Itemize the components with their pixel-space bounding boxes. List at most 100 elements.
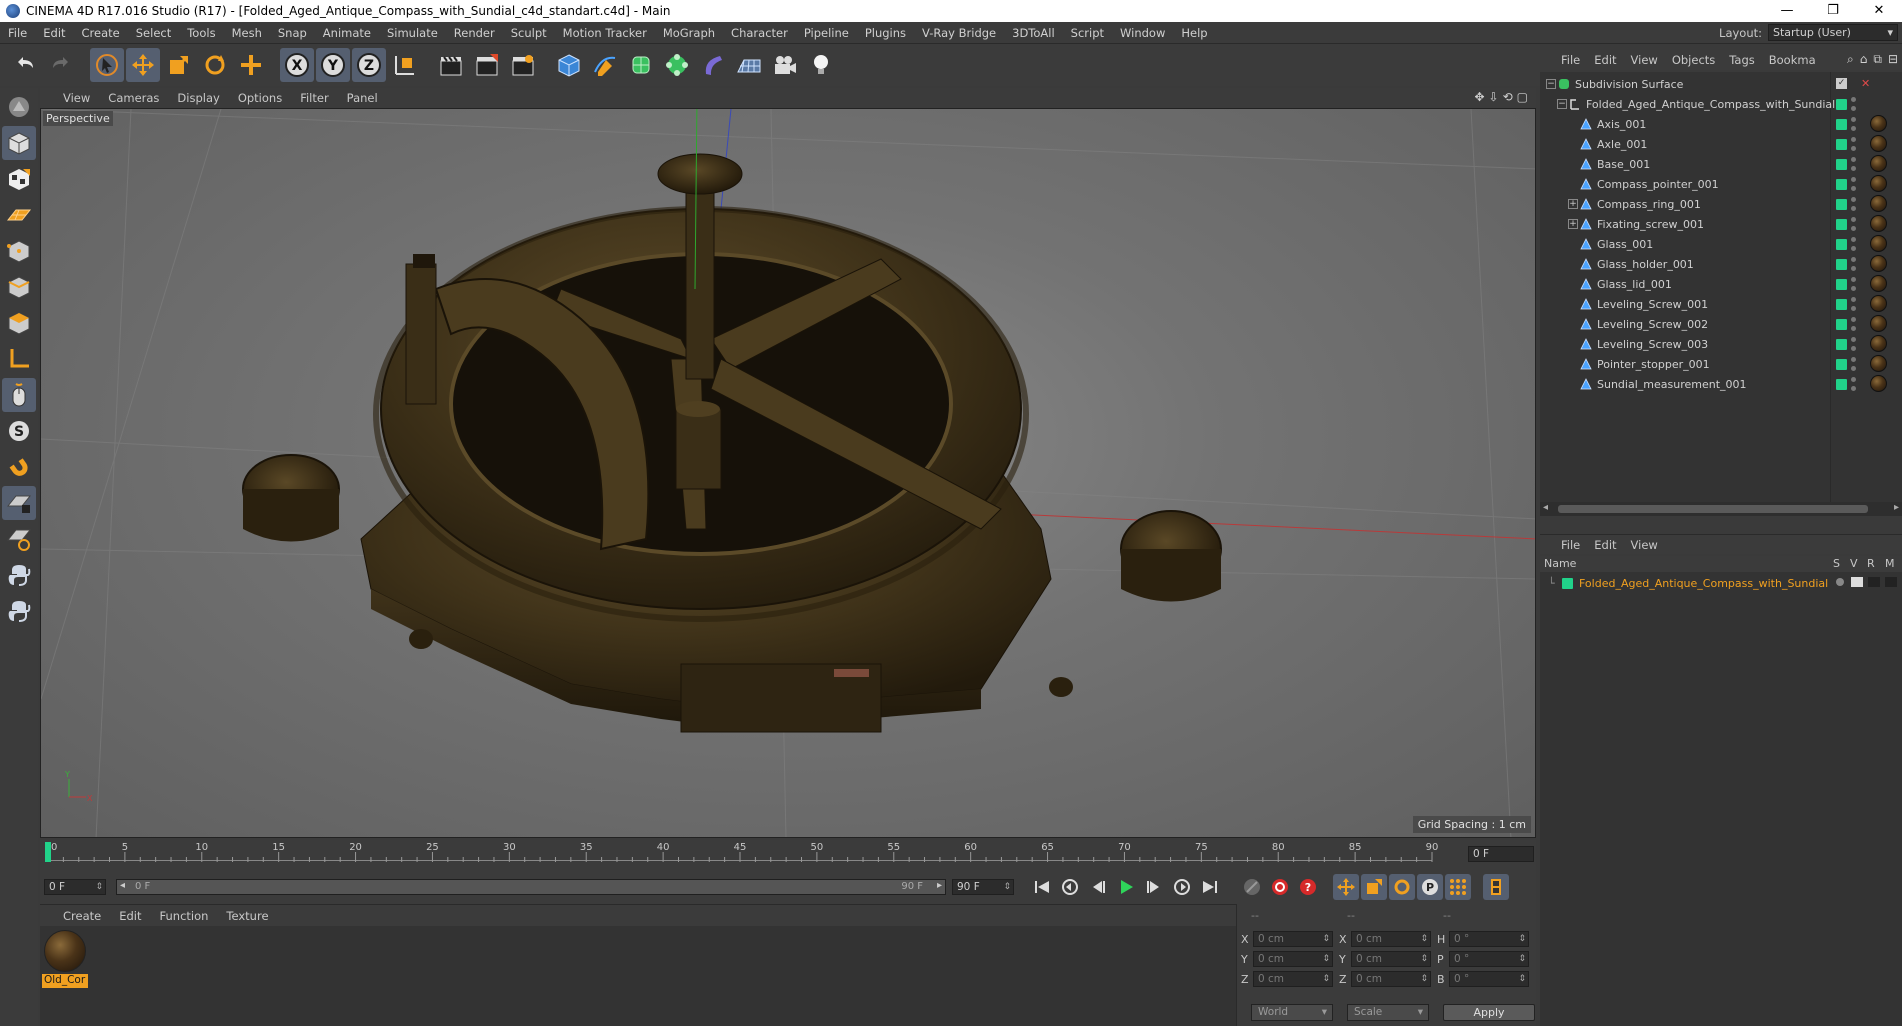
om-search-icon[interactable]: ⌕ (1847, 52, 1854, 67)
size-z-field[interactable]: 0 cm (1351, 971, 1431, 987)
visibility-dots[interactable] (1851, 317, 1857, 331)
object-row[interactable]: Axis_001 (1540, 114, 1902, 134)
layer-render-toggle[interactable] (1868, 577, 1880, 587)
y-axis-lock-button[interactable]: Y (316, 48, 350, 82)
make-editable-button[interactable] (2, 90, 36, 124)
material-menu-texture[interactable]: Texture (217, 909, 277, 923)
keyframe-selection-button[interactable]: ? (1295, 874, 1321, 900)
undo-button[interactable] (8, 48, 42, 82)
scale-tool-button[interactable] (162, 48, 196, 82)
material-tag-icon[interactable] (1870, 355, 1887, 372)
layer-row[interactable]: └ Folded_Aged_Antique_Compass_with_Sundi… (1540, 574, 1902, 592)
menu-vray-bridge[interactable]: V-Ray Bridge (914, 22, 1004, 44)
z-axis-lock-button[interactable]: Z (352, 48, 386, 82)
menu-motion-tracker[interactable]: Motion Tracker (555, 22, 655, 44)
layer-visible-toggle[interactable] (1851, 577, 1863, 587)
enable-axis-button[interactable] (2, 342, 36, 376)
menu-edit[interactable]: Edit (35, 22, 73, 44)
redo-button[interactable] (44, 48, 78, 82)
layer-color-flag[interactable] (1836, 158, 1847, 170)
snapping-button[interactable]: S (2, 414, 36, 448)
rotation-p-field[interactable]: 0 ° (1449, 951, 1529, 967)
object-row[interactable]: Compass_pointer_001 (1540, 174, 1902, 194)
zoom-view-icon[interactable]: ⇩ (1489, 90, 1499, 104)
toggle-view-icon[interactable]: ▢ (1517, 90, 1528, 104)
expand-toggle-icon[interactable]: − (1557, 99, 1567, 109)
render-picture-viewer-button[interactable] (470, 48, 504, 82)
layer-manager-toggle[interactable] (1885, 577, 1897, 587)
prev-frame-button[interactable] (1085, 874, 1111, 900)
menu-select[interactable]: Select (128, 22, 179, 44)
viewport-menu-panel[interactable]: Panel (338, 91, 387, 105)
texture-mode-button[interactable] (2, 162, 36, 196)
material-tag-icon[interactable] (1870, 215, 1887, 232)
key-rotation-button[interactable] (1389, 874, 1415, 900)
model-mode-button[interactable] (2, 126, 36, 160)
material-tag-icon[interactable] (1870, 175, 1887, 192)
menu-render[interactable]: Render (446, 22, 503, 44)
lm-menu-file[interactable]: File (1554, 538, 1587, 552)
material-tag-icon[interactable] (1870, 315, 1887, 332)
menu-file[interactable]: File (0, 22, 35, 44)
layer-color-flag[interactable] (1836, 338, 1847, 350)
position-z-field[interactable]: 0 cm (1253, 971, 1333, 987)
visibility-dots[interactable] (1851, 257, 1857, 271)
layer-solo-toggle[interactable] (1836, 578, 1844, 586)
magnet-button[interactable] (2, 450, 36, 484)
om-menu-tags[interactable]: Tags (1722, 53, 1761, 67)
menu-create[interactable]: Create (74, 22, 128, 44)
menu-script[interactable]: Script (1063, 22, 1112, 44)
expand-toggle-icon[interactable]: + (1568, 219, 1578, 229)
viewport-menu-filter[interactable]: Filter (291, 91, 337, 105)
key-pla-button[interactable] (1445, 874, 1471, 900)
menu-help[interactable]: Help (1173, 22, 1215, 44)
rotate-tool-button[interactable] (198, 48, 232, 82)
rotation-b-field[interactable]: 0 ° (1449, 971, 1529, 987)
viewport-menu-view[interactable]: View (54, 91, 99, 105)
viewport-menu-options[interactable]: Options (229, 91, 291, 105)
layer-color-flag[interactable] (1836, 358, 1847, 370)
pan-view-icon[interactable]: ✥ (1474, 90, 1484, 104)
layer-color-flag[interactable] (1836, 318, 1847, 330)
visibility-dots[interactable] (1851, 217, 1857, 231)
object-row[interactable]: Leveling_Screw_001 (1540, 294, 1902, 314)
planar-workplane-button[interactable] (2, 522, 36, 556)
om-menu-edit[interactable]: Edit (1587, 53, 1623, 67)
om-menu-view[interactable]: View (1624, 53, 1665, 67)
next-frame-button[interactable] (1141, 874, 1167, 900)
next-key-button[interactable] (1169, 874, 1195, 900)
visibility-dots[interactable] (1851, 277, 1857, 291)
workplane-mode-button[interactable] (2, 198, 36, 232)
light-button[interactable] (804, 48, 838, 82)
object-row[interactable]: Axle_001 (1540, 134, 1902, 154)
visibility-dots[interactable] (1851, 237, 1857, 251)
key-parameter-button[interactable]: P (1417, 874, 1443, 900)
object-row[interactable]: Glass_holder_001 (1540, 254, 1902, 274)
object-row[interactable]: Sundial_measurement_001 (1540, 374, 1902, 394)
cube-primitive-button[interactable] (552, 48, 586, 82)
om-new-window-icon[interactable]: ⧉ (1873, 52, 1882, 67)
material-menu-function[interactable]: Function (151, 909, 218, 923)
menu-window[interactable]: Window (1112, 22, 1173, 44)
polygons-mode-button[interactable] (2, 306, 36, 340)
object-row[interactable]: − Subdivision Surface ✓ ✕ (1540, 74, 1902, 94)
material-swatch[interactable] (44, 930, 86, 972)
edges-mode-button[interactable] (2, 270, 36, 304)
material-menu-edit[interactable]: Edit (110, 909, 150, 923)
camera-button[interactable] (768, 48, 802, 82)
layout-dropdown[interactable]: Startup (User) (1768, 24, 1898, 41)
object-row[interactable]: + Compass_ring_001 (1540, 194, 1902, 214)
visibility-dots[interactable] (1851, 117, 1857, 131)
material-tag-icon[interactable] (1870, 195, 1887, 212)
expand-toggle-icon[interactable]: + (1568, 199, 1578, 209)
menu-simulate[interactable]: Simulate (379, 22, 446, 44)
om-menu-objects[interactable]: Objects (1665, 53, 1722, 67)
current-frame-field[interactable]: 0 F (1468, 846, 1534, 862)
object-manager-scrollbar[interactable]: ◂ ▸ (1540, 502, 1902, 516)
live-selection-button[interactable] (90, 48, 124, 82)
apply-button[interactable]: Apply (1443, 1004, 1535, 1021)
render-view-button[interactable] (434, 48, 468, 82)
orbit-view-icon[interactable]: ⟲ (1503, 90, 1513, 104)
coordinate-space-dropdown[interactable]: World (1251, 1004, 1333, 1021)
menu-animate[interactable]: Animate (315, 22, 379, 44)
